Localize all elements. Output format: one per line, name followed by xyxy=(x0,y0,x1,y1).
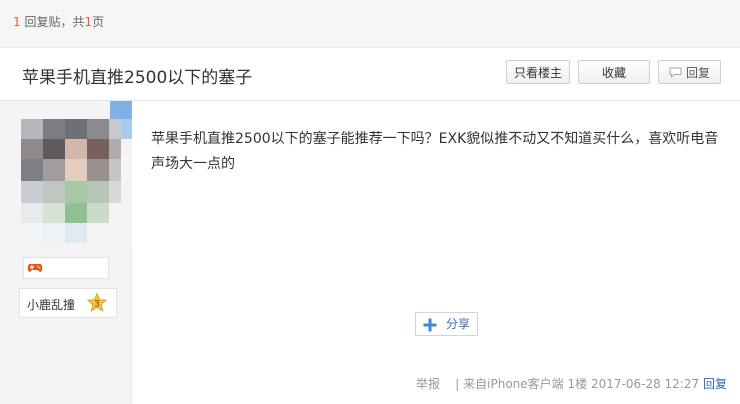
only-op-button[interactable]: 只看楼主 xyxy=(506,60,570,84)
top-pager-bar: 1 回复贴，共1页 xyxy=(0,0,740,48)
page-info: 1 回复贴，共1页 xyxy=(13,13,104,30)
report-link[interactable]: 举报 xyxy=(416,377,440,391)
thread-title: 苹果手机直推2500以下的塞子 xyxy=(22,68,253,88)
page-count: 1 xyxy=(84,15,93,29)
post-source: 来自iPhone客户端 xyxy=(463,377,564,391)
favorite-button[interactable]: 收藏 xyxy=(578,60,650,84)
reply-link[interactable]: 回复 xyxy=(703,377,727,391)
level-number: 3 xyxy=(94,300,100,310)
plus-icon xyxy=(423,317,437,339)
user-badge-row xyxy=(23,257,109,279)
author-name[interactable]: 小鹿乱撞 xyxy=(27,296,75,313)
post-content: 苹果手机直推2500以下的塞子能推荐一下吗？EXK貌似推不动又不知道买什么，喜欢… xyxy=(151,131,719,172)
author-sidebar: 小鹿乱撞 3 xyxy=(0,101,132,404)
reply-button[interactable]: 回复 xyxy=(658,60,721,84)
post-time: 2017-06-28 12:27 xyxy=(590,377,700,391)
level-badge[interactable]: 3 xyxy=(86,292,108,314)
page-info-mid: 回复贴，共 xyxy=(20,15,85,29)
share-button[interactable]: 分享 xyxy=(415,312,478,336)
reply-count: 1 xyxy=(13,15,21,29)
footer-separator: | xyxy=(443,377,464,391)
reply-button-label: 回复 xyxy=(685,66,710,80)
gamepad-icon[interactable] xyxy=(27,261,43,278)
floor-number: 1楼 xyxy=(567,377,588,391)
speech-bubble-icon xyxy=(669,62,682,86)
avatar[interactable] xyxy=(21,101,132,243)
page-info-end: 页 xyxy=(92,15,105,29)
thread-header: 苹果手机直推2500以下的塞子 只看楼主 收藏 回复 xyxy=(0,48,740,101)
share-label: 分享 xyxy=(446,317,471,331)
author-card: 小鹿乱撞 3 xyxy=(19,288,117,318)
post-footer: 举报 | 来自iPhone客户端 1楼 2017-06-28 12:27 回复 xyxy=(416,375,727,392)
